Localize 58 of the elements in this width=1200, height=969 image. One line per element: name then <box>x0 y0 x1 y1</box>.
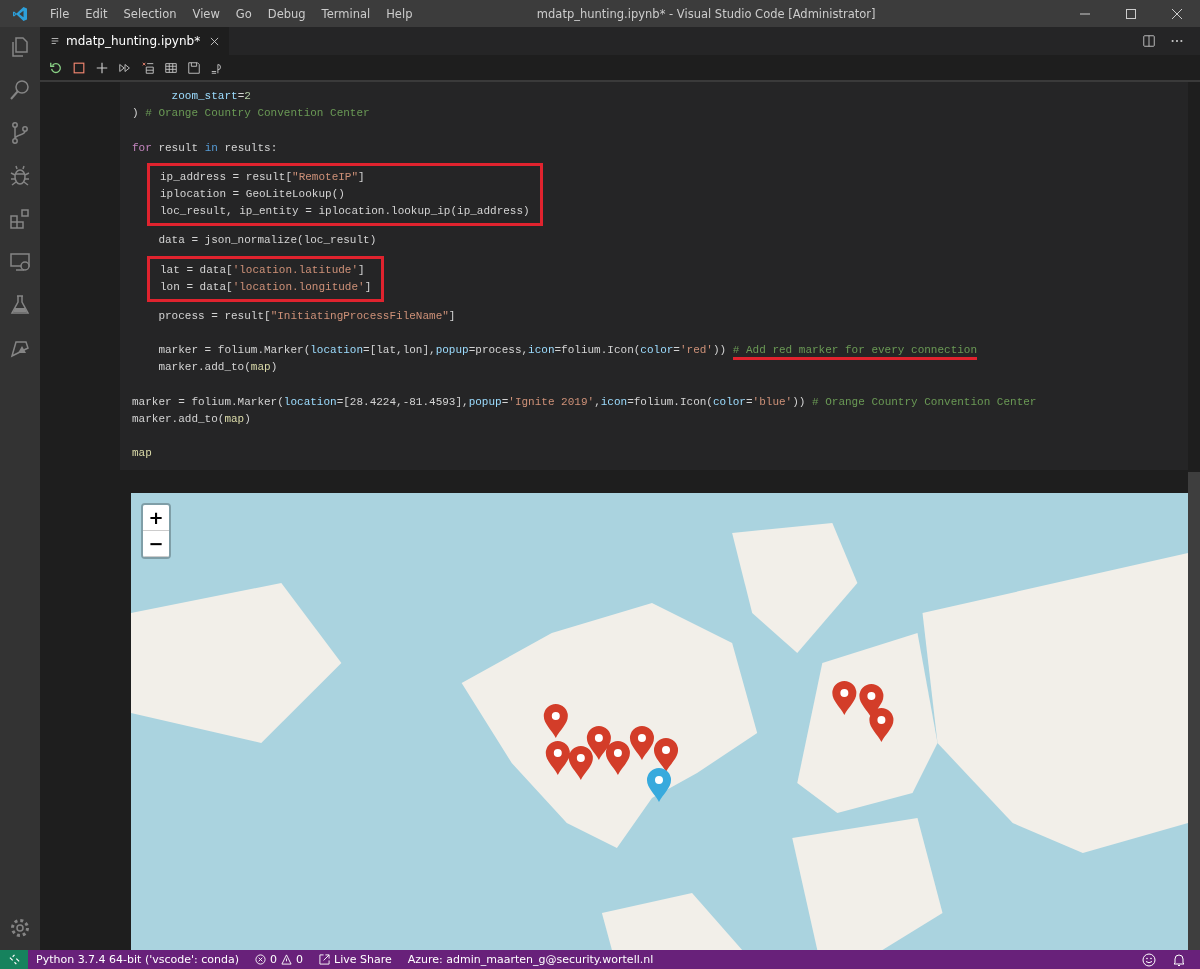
save-icon[interactable] <box>187 60 201 75</box>
stop-icon[interactable] <box>72 60 86 75</box>
share-icon[interactable] <box>319 954 330 965</box>
code-line: ip_address = result["RemoteIP"] <box>160 169 366 185</box>
tab-label[interactable]: mdatp_hunting.ipynb* <box>66 34 201 48</box>
code-line: loc_result, ip_entity = iplocation.lookup_ip(ip_address) <box>160 204 530 220</box>
menu-item[interactable]: Selection <box>115 6 185 21</box>
remote-explorer-icon[interactable] <box>8 250 32 274</box>
code-line: map <box>132 446 153 462</box>
app-logo-icon <box>12 5 28 22</box>
close-icon[interactable] <box>210 36 220 46</box>
search-icon[interactable] <box>8 78 32 102</box>
code-line: lat = data['location.latitude'] <box>160 262 366 278</box>
error-count[interactable]: 0 <box>270 953 277 966</box>
code-line: marker = folium.Marker(location=[28.4224,-81.4593],popup='Ignite 2019',icon=folium.Icon(color='blue')) # Orange Country Convention Center <box>132 394 1038 410</box>
run-all-icon[interactable] <box>118 60 132 75</box>
smiley-icon[interactable] <box>1142 952 1156 967</box>
code-line: data = json_normalize(loc_result) <box>157 233 378 249</box>
code-line: for result in results: <box>132 140 279 156</box>
zoom-in-button[interactable]: + <box>143 505 169 531</box>
warning-icon[interactable] <box>281 954 292 965</box>
add-icon[interactable] <box>95 60 109 75</box>
clear-output-icon[interactable] <box>141 60 155 75</box>
remote-icon <box>8 954 20 965</box>
azure-account[interactable]: Azure: admin_maarten_g@security.wortell.nl <box>399 953 662 966</box>
code-line: zoom_start=2 <box>170 89 252 104</box>
menu-item[interactable]: Edit <box>77 6 116 21</box>
warning-count[interactable]: 0 <box>296 953 303 966</box>
menu-item[interactable]: View <box>184 6 228 21</box>
flask-icon[interactable] <box>8 293 32 317</box>
menu-item[interactable]: Terminal <box>313 6 379 21</box>
code-line: marker.add_to(map) <box>132 412 252 427</box>
code-line: ) # Orange Country Convention Center <box>132 106 371 122</box>
bug-icon[interactable] <box>8 164 32 188</box>
remote-button[interactable] <box>0 950 28 969</box>
split-editor-icon[interactable] <box>1142 34 1156 48</box>
code-line: iplocation = GeoLiteLookup() <box>160 186 346 202</box>
code-line: marker = folium.Marker(location=[lat,lon],popup=process,icon=folium.Icon(color='red')) # Add red marker for every connection <box>132 342 1188 360</box>
python-interpreter[interactable]: Python 3.7.4 64-bit ('vscode': conda) <box>28 953 247 966</box>
zoom-out-button[interactable]: − <box>143 531 169 557</box>
table-icon[interactable] <box>164 60 178 75</box>
bell-icon[interactable] <box>1172 952 1186 967</box>
code-line: lon = data['location.longitude'] <box>160 279 372 295</box>
menu-item[interactable]: Go <box>227 6 260 21</box>
file-icon <box>50 36 60 46</box>
error-icon[interactable] <box>255 954 266 965</box>
restart-icon[interactable] <box>49 60 63 75</box>
code-line: process = result["InitiatingProcessFileName"] <box>157 308 457 324</box>
editor-tab[interactable]: mdatp_hunting.ipynb* <box>40 27 230 55</box>
scrollbar[interactable] <box>1188 472 1200 950</box>
menu-item[interactable]: Debug <box>259 6 314 21</box>
live-share-link[interactable]: Live Share <box>334 953 392 966</box>
extensions-icon[interactable] <box>8 207 32 231</box>
code-line: marker.add_to(map) <box>157 360 279 376</box>
window-title: mdatp_hunting.ipynb* - Visual Studio Code [Administrator] <box>535 6 877 21</box>
menu-item[interactable]: Help <box>378 6 421 21</box>
settings-icon[interactable] <box>8 916 32 940</box>
menu-item[interactable]: File <box>42 6 78 21</box>
